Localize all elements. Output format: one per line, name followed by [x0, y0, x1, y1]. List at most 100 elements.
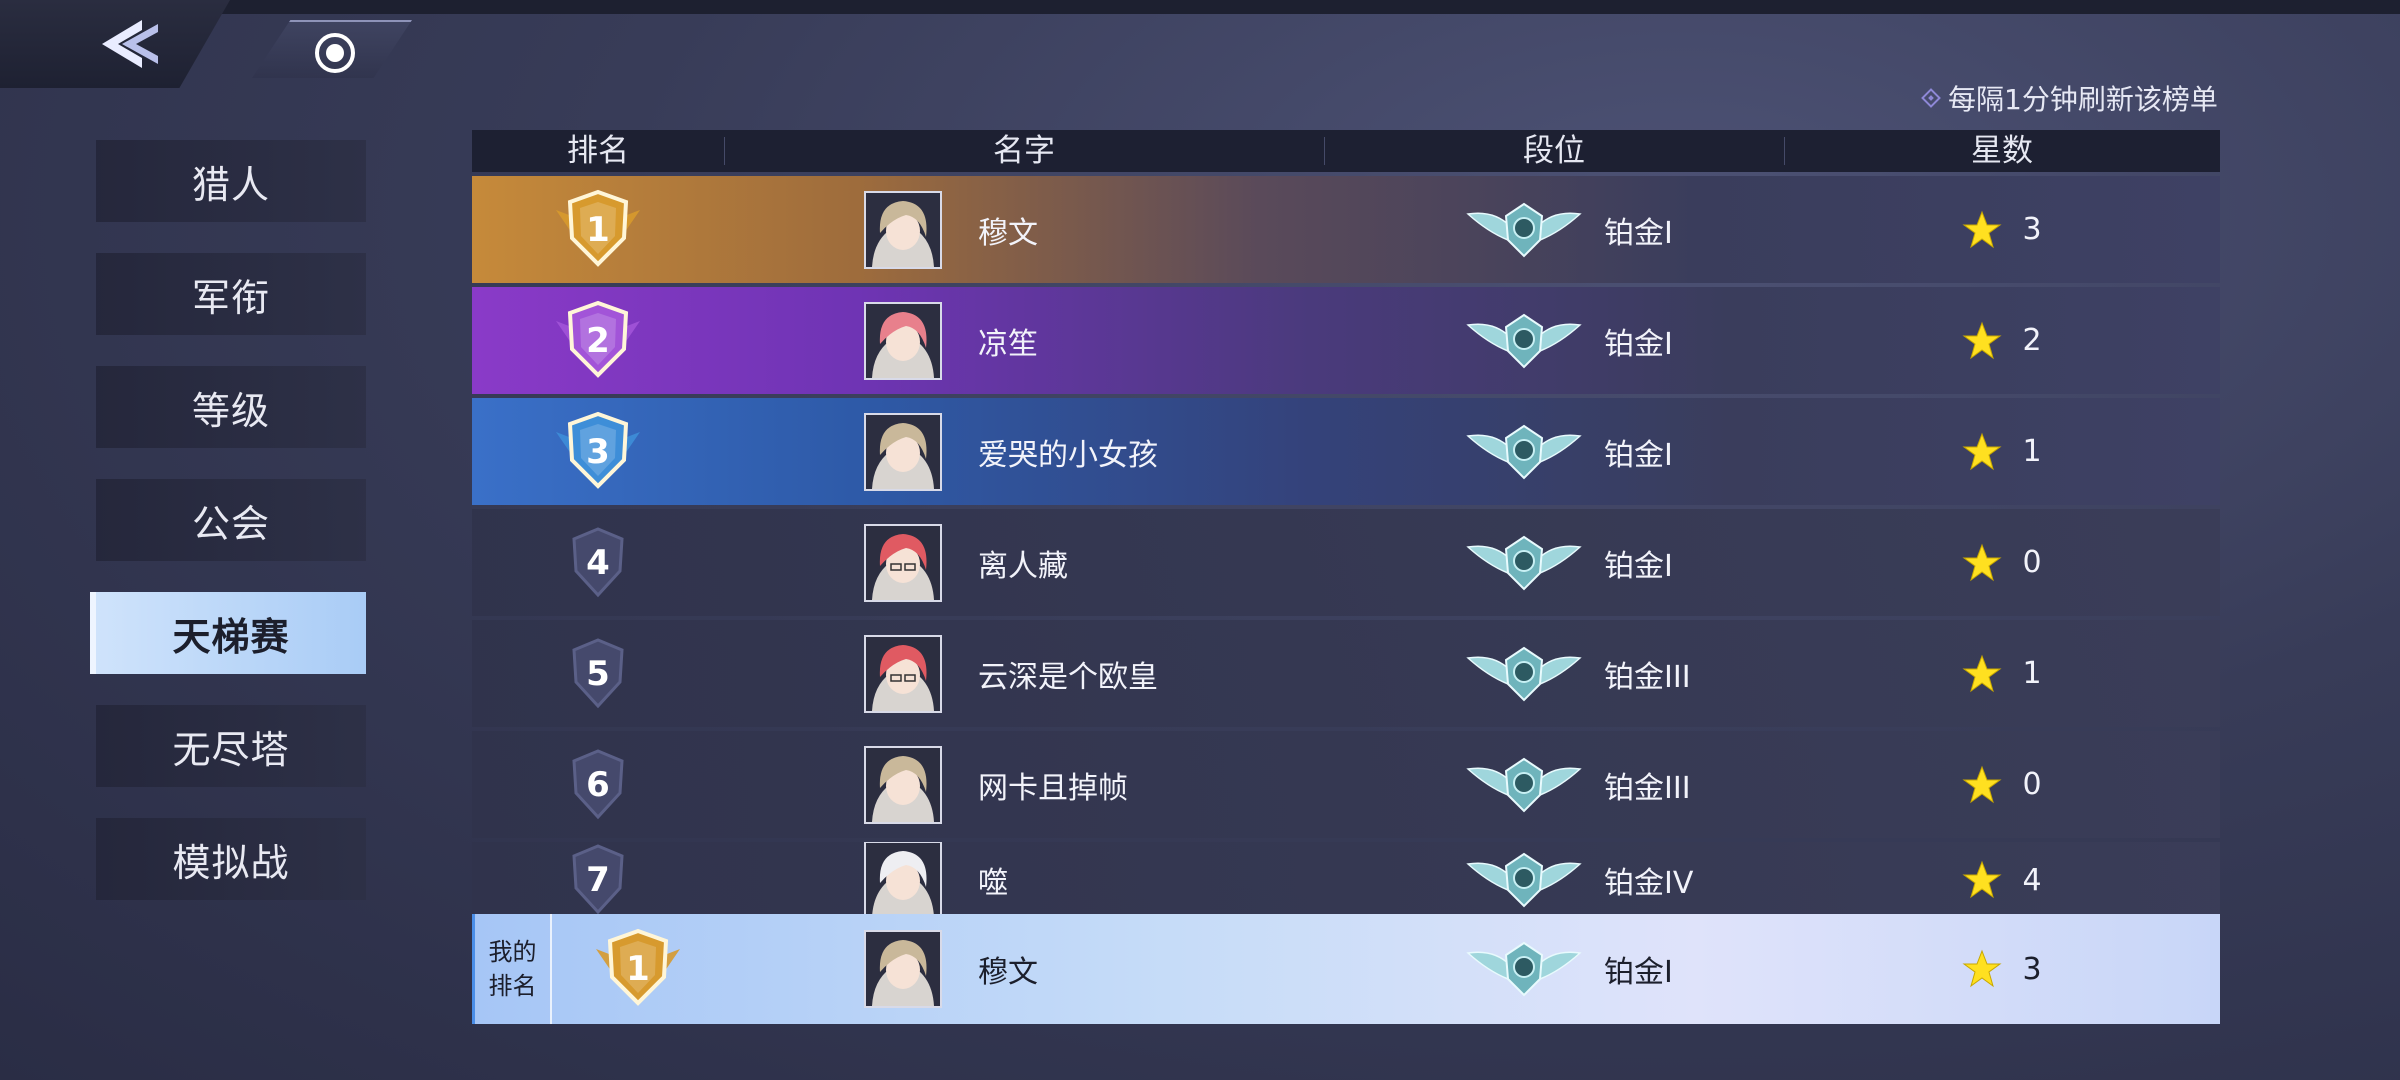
avatar[interactable]	[864, 634, 942, 713]
name-cell: 噬	[724, 842, 1324, 914]
tier-label: 铂金IV	[1604, 866, 1694, 901]
table-row[interactable]: 1 穆文 铂金I 3	[472, 176, 2220, 283]
back-double-chevron-icon	[102, 20, 158, 68]
name-cell: 穆文	[724, 914, 1324, 1024]
rank-cell: 2	[472, 287, 724, 394]
stars-cell: 1	[1784, 398, 2220, 505]
name-cell: 云深是个欧皇	[724, 620, 1324, 727]
player-name: 离人藏	[978, 548, 1068, 584]
tier-label: 铂金I	[1604, 548, 1673, 584]
rank-badge-icon: 1	[556, 189, 640, 267]
star-count: 3	[2022, 212, 2042, 247]
rank-badge-icon: 4	[572, 526, 624, 597]
table-row[interactable]: 2 凉笙 铂金I 2	[472, 287, 2220, 394]
avatar-portrait-icon	[866, 192, 940, 267]
sidebar-item-label: 模拟战	[172, 840, 290, 885]
tier-cell: 铂金I	[1324, 287, 1784, 394]
avatar-portrait-icon	[866, 843, 940, 914]
player-name: 噬	[978, 866, 1008, 901]
refresh-note-text: 每隔1分钟刷新该榜单	[1948, 83, 2218, 116]
sidebar-item-simulation[interactable]: 模拟战	[96, 818, 366, 900]
refresh-note: 每隔1分钟刷新该榜单	[1921, 78, 2218, 118]
avatar[interactable]	[864, 842, 942, 914]
rank-cell: 3	[472, 398, 724, 505]
player-name: 穆文	[978, 215, 1038, 251]
name-cell: 网卡且掉帧	[724, 731, 1324, 838]
rank-badge-icon: 6	[572, 748, 624, 819]
back-button[interactable]	[90, 10, 170, 78]
table-row[interactable]: 5 云深是个欧皇 铂金III 1	[472, 620, 2220, 727]
header-tier: 段位	[1324, 130, 1784, 172]
star-count: 0	[2022, 767, 2042, 802]
avatar[interactable]	[864, 412, 942, 491]
rank-badge-icon: 5	[572, 637, 624, 708]
star-count: 3	[2022, 951, 2042, 987]
rank-badge-icon: 2	[556, 300, 640, 378]
platinum-emblem-icon	[1466, 202, 1582, 257]
sidebar-item-military-rank[interactable]: 军衔	[96, 253, 366, 335]
avatar-portrait-icon	[866, 747, 940, 822]
stars-cell: 4	[1784, 846, 2220, 914]
sidebar-item-label: 军衔	[191, 275, 270, 320]
rank-cell: 7	[472, 844, 724, 914]
player-name: 穆文	[978, 955, 1038, 990]
table-header: 排名 名字 段位 星数	[472, 130, 2220, 172]
rank-number: 4	[586, 543, 610, 583]
sidebar-item-guild[interactable]: 公会	[96, 479, 366, 561]
header-rank: 排名	[567, 133, 629, 169]
header-stars: 星数	[1784, 130, 2220, 172]
tier-cell: 铂金III	[1324, 620, 1784, 727]
star-count: 0	[2022, 545, 2042, 580]
table-row[interactable]: 4 离人藏 铂金I 0	[472, 509, 2220, 616]
platinum-emblem-icon	[1466, 941, 1582, 997]
header-name: 名字	[724, 130, 1324, 172]
avatar-portrait-icon	[866, 636, 940, 711]
platinum-emblem-icon	[1466, 424, 1582, 479]
avatar[interactable]	[864, 301, 942, 380]
avatar-portrait-icon	[866, 932, 940, 1006]
target-dot-icon	[315, 33, 355, 73]
rank-badge-icon: 1	[596, 928, 680, 1006]
my-rank-row[interactable]: 我的 排名 1 穆文 铂金I 3	[472, 914, 2220, 1024]
name-cell: 爱哭的小女孩	[724, 398, 1324, 505]
sidebar-item-endless-tower[interactable]: 无尽塔	[96, 705, 366, 787]
rank-cell: 5	[472, 620, 724, 727]
leaderboard-table: 排名 名字 段位 星数 1 穆文 铂金I 3 2 凉笙 铂金I 2 3 爱哭的小女孩 铂金I 1 4 离人…	[472, 130, 2220, 1024]
rank-cell: 4	[472, 509, 724, 616]
avatar-portrait-icon	[866, 303, 940, 378]
player-name: 云深是个欧皇	[978, 659, 1158, 695]
name-cell: 离人藏	[724, 509, 1324, 616]
platinum-emblem-icon	[1466, 757, 1582, 812]
avatar[interactable]	[864, 930, 942, 1008]
tier-label: 铂金I	[1604, 326, 1673, 362]
stars-cell: 1	[1784, 620, 2220, 727]
stars-cell: 0	[1784, 509, 2220, 616]
avatar[interactable]	[864, 745, 942, 824]
table-row[interactable]: 6 网卡且掉帧 铂金III 0	[472, 731, 2220, 838]
rank-number: 6	[586, 765, 610, 805]
sidebar-item-label: 猎人	[191, 162, 270, 207]
avatar[interactable]	[864, 190, 942, 269]
table-row[interactable]: 7 噬 铂金IV 4	[472, 842, 2220, 914]
tier-cell: 铂金I	[1324, 509, 1784, 616]
star-count: 4	[2022, 862, 2042, 898]
avatar[interactable]	[864, 523, 942, 602]
platinum-emblem-icon	[1466, 313, 1582, 368]
top-bar	[0, 0, 2400, 14]
target-button[interactable]	[305, 28, 365, 78]
star-count: 2	[2022, 323, 2042, 358]
sidebar-item-level[interactable]: 等级	[96, 366, 366, 448]
rank-badge-icon: 7	[572, 844, 624, 914]
star-count: 1	[2022, 656, 2042, 691]
tier-cell: 铂金I	[1324, 176, 1784, 283]
star-icon	[1962, 765, 2002, 803]
rank-number: 1	[586, 210, 610, 250]
table-row[interactable]: 3 爱哭的小女孩 铂金I 1	[472, 398, 2220, 505]
sidebar-item-ladder[interactable]: 天梯赛	[90, 592, 366, 674]
tier-label: 铂金I	[1604, 955, 1673, 990]
platinum-emblem-icon	[1466, 646, 1582, 701]
sidebar-item-hunter[interactable]: 猎人	[96, 140, 366, 222]
star-icon	[1962, 210, 2002, 248]
star-icon	[1962, 654, 2002, 692]
tier-label: 铂金I	[1604, 437, 1673, 473]
